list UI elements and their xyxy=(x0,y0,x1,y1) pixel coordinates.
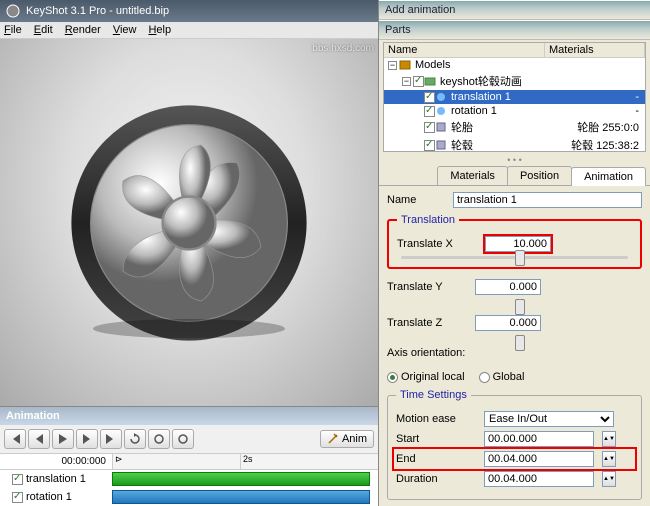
node-hub[interactable]: 轮毂 xyxy=(451,137,473,152)
animation-icon xyxy=(435,91,449,103)
add-animation-header: Add animation xyxy=(379,0,650,20)
playback-toolbar: Anim xyxy=(0,425,378,454)
node-checkbox[interactable] xyxy=(424,92,435,103)
duration-input[interactable] xyxy=(484,471,594,487)
parts-header: Parts xyxy=(379,20,650,40)
tab-position[interactable]: Position xyxy=(507,166,572,185)
loop-button[interactable] xyxy=(124,429,146,449)
node-rotation[interactable]: rotation 1 xyxy=(451,105,497,117)
menubar: File Edit Render View Help xyxy=(0,22,378,39)
wheel-render xyxy=(69,103,309,343)
ty-label: Translate Y xyxy=(387,281,467,293)
track-row-rotation[interactable]: rotation 1 xyxy=(0,488,378,506)
translation-group: Translation Translate X xyxy=(387,214,642,269)
watermark: bbs.hxsd.com xyxy=(312,43,374,54)
end-label: End xyxy=(396,453,476,465)
node-models[interactable]: Models xyxy=(415,59,450,71)
skip-end-button[interactable] xyxy=(100,429,122,449)
app-icon xyxy=(6,4,20,18)
node-checkbox[interactable] xyxy=(424,140,435,151)
settings1-button[interactable] xyxy=(148,429,170,449)
tab-materials[interactable]: Materials xyxy=(437,166,508,185)
ease-select[interactable]: Ease In/Out xyxy=(484,411,614,427)
add-animation-button[interactable]: Anim xyxy=(320,430,374,448)
node-checkbox[interactable] xyxy=(424,106,435,117)
current-time: 00:00:000 xyxy=(0,454,112,469)
tz-input[interactable] xyxy=(475,315,541,331)
track-label: rotation 1 xyxy=(26,491,72,503)
ease-label: Motion ease xyxy=(396,413,476,425)
timeline: 00:00:000 ⊳ 2s translation 1 rotation 1 xyxy=(0,454,378,506)
window-titlebar: KeyShot 3.1 Pro - untitled.bip xyxy=(0,0,378,22)
wand-icon xyxy=(327,433,339,445)
skip-start-button[interactable] xyxy=(4,429,26,449)
translation-legend: Translation xyxy=(397,214,459,226)
next-frame-button[interactable] xyxy=(76,429,98,449)
end-spinner[interactable]: ▲▼ xyxy=(602,451,616,467)
menu-render[interactable]: Render xyxy=(65,24,101,36)
models-icon xyxy=(399,59,413,71)
part-icon xyxy=(435,139,449,151)
menu-edit[interactable]: Edit xyxy=(34,24,53,36)
time-settings-legend: Time Settings xyxy=(396,389,471,401)
tx-slider[interactable] xyxy=(401,256,628,259)
node-tire[interactable]: 轮胎 xyxy=(451,119,473,135)
expand-toggle[interactable]: − xyxy=(402,77,411,86)
start-label: Start xyxy=(396,433,476,445)
track-checkbox[interactable] xyxy=(12,474,23,485)
end-input[interactable] xyxy=(484,451,594,467)
tz-label: Translate Z xyxy=(387,317,467,329)
window-title: KeyShot 3.1 Pro - untitled.bip xyxy=(26,5,169,17)
tree-columns: NameMaterials xyxy=(384,43,645,58)
time-ruler[interactable]: ⊳ 2s xyxy=(112,454,378,469)
tab-animation[interactable]: Animation xyxy=(571,167,646,186)
prev-frame-button[interactable] xyxy=(28,429,50,449)
play-button[interactable] xyxy=(52,429,74,449)
add-animation-label: Anim xyxy=(342,433,367,445)
track-bar-translation[interactable] xyxy=(112,472,370,486)
animation-icon xyxy=(435,105,449,117)
menu-help[interactable]: Help xyxy=(148,24,171,36)
duration-label: Duration xyxy=(396,473,476,485)
name-label: Name xyxy=(387,194,447,206)
node-checkbox[interactable] xyxy=(424,122,435,133)
group-icon xyxy=(424,75,438,87)
viewport[interactable]: bbs.hxsd.com xyxy=(0,39,378,406)
property-tabs: Materials Position Animation xyxy=(379,166,650,186)
node-checkbox[interactable] xyxy=(413,76,424,87)
tx-label: Translate X xyxy=(397,238,477,250)
settings2-button[interactable] xyxy=(172,429,194,449)
splitter-grip[interactable]: • • • xyxy=(379,154,650,166)
track-checkbox[interactable] xyxy=(12,492,23,503)
parts-tree[interactable]: NameMaterials −Models −keyshot轮毂动画 trans… xyxy=(383,42,646,152)
duration-spinner[interactable]: ▲▼ xyxy=(602,471,616,487)
orient-local-radio[interactable]: Original local xyxy=(387,371,465,383)
start-spinner[interactable]: ▲▼ xyxy=(602,431,616,447)
node-group[interactable]: keyshot轮毂动画 xyxy=(440,73,522,89)
animation-panel-title: Animation xyxy=(0,406,378,425)
name-input[interactable] xyxy=(453,192,642,208)
menu-view[interactable]: View xyxy=(113,24,137,36)
node-translation[interactable]: translation 1 xyxy=(451,91,511,103)
time-settings-group: Time Settings Motion ease Ease In/Out St… xyxy=(387,389,642,500)
menu-file[interactable]: File xyxy=(4,24,22,36)
expand-toggle[interactable]: − xyxy=(388,61,397,70)
part-icon xyxy=(435,121,449,133)
ty-input[interactable] xyxy=(475,279,541,295)
start-input[interactable] xyxy=(484,431,594,447)
orient-global-radio[interactable]: Global xyxy=(479,371,525,383)
track-bar-rotation[interactable] xyxy=(112,490,370,504)
track-row-translation[interactable]: translation 1 xyxy=(0,470,378,488)
track-label: translation 1 xyxy=(26,473,86,485)
